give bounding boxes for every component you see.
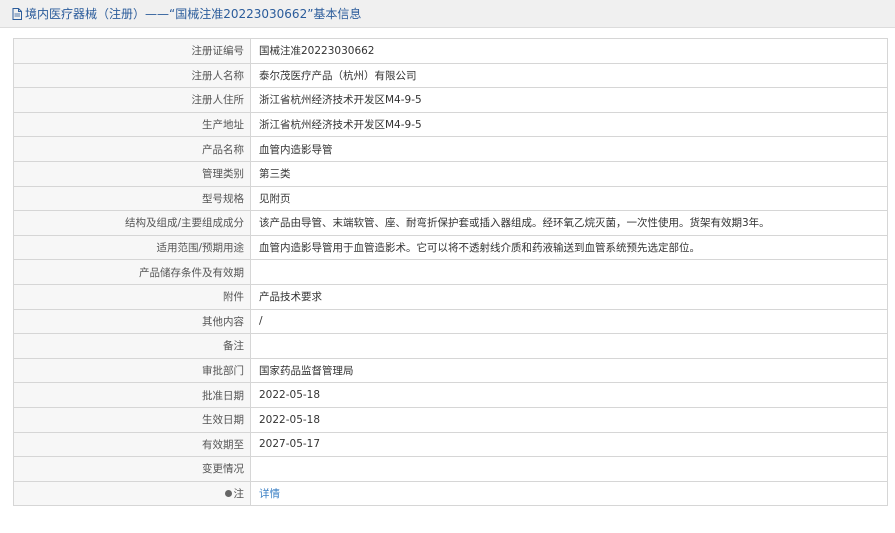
table-row: 附件 产品技术要求 — [13, 283, 888, 310]
field-value — [250, 456, 888, 482]
field-label: 批准日期 — [13, 382, 251, 408]
field-value: 第三类 — [250, 160, 888, 187]
table-row: 审批部门 国家药品监督管理局 — [13, 357, 888, 384]
field-label: 备注 — [13, 333, 251, 359]
info-table: 注册证编号 国械注准20223030662 注册人名称 泰尔茂医疗产品（杭州）有限公司… — [13, 38, 888, 507]
table-row: 备注 — [13, 333, 888, 359]
field-label: 其他内容 — [13, 308, 251, 335]
field-value: 浙江省杭州经济技术开发区M4-9-5 — [250, 87, 888, 113]
field-value: 产品技术要求 — [250, 283, 888, 310]
field-value — [250, 333, 888, 359]
field-label: 注册人住所 — [13, 87, 251, 113]
field-label: 有效期至 — [13, 431, 251, 458]
table-row: 注册证编号 国械注准20223030662 — [13, 38, 888, 64]
field-label: 适用范围/预期用途 — [13, 234, 251, 261]
table-row: 有效期至 2027-05-17 — [13, 431, 888, 458]
field-label: 注册证编号 — [13, 38, 251, 64]
field-value: 2022-05-18 — [250, 382, 888, 408]
field-value: 国家药品监督管理局 — [250, 357, 888, 384]
details-link[interactable]: 详情 — [259, 488, 280, 500]
field-label: 结构及组成/主要组成成分 — [13, 210, 251, 236]
field-value: 2027-05-17 — [250, 431, 888, 458]
table-row: 批准日期 2022-05-18 — [13, 382, 888, 408]
document-icon — [12, 7, 22, 20]
table-row: 结构及组成/主要组成成分 该产品由导管、末端软管、座、耐弯折保护套或插入器组成。经… — [13, 210, 888, 236]
field-label: 管理类别 — [13, 160, 251, 187]
table-row: 其他内容 / — [13, 308, 888, 335]
field-label: 产品储存条件及有效期 — [13, 259, 251, 285]
field-value: 浙江省杭州经济技术开发区M4-9-5 — [250, 111, 888, 138]
table-row: 管理类别 第三类 — [13, 160, 888, 187]
table-row: 型号规格 见附页 — [13, 185, 888, 212]
table-row: 生产地址 浙江省杭州经济技术开发区M4-9-5 — [13, 111, 888, 138]
note-dot-icon — [224, 489, 232, 497]
page-header: 境内医疗器械（注册）——“国械注准20223030662”基本信息 — [0, 0, 895, 28]
table-row: 生效日期 2022-05-18 — [13, 406, 888, 433]
field-value — [250, 259, 888, 285]
field-label: 生效日期 — [13, 406, 251, 433]
table-row: 产品储存条件及有效期 — [13, 259, 888, 285]
field-value: 见附页 — [250, 185, 888, 212]
field-value: 血管内造影导管用于血管造影术。它可以将不透射线介质和药液输送到血管系统预先选定部… — [250, 234, 888, 261]
table-row: 注册人名称 泰尔茂医疗产品（杭州）有限公司 — [13, 62, 888, 89]
field-value: 该产品由导管、末端软管、座、耐弯折保护套或插入器组成。经环氧乙烷灭菌，一次性使用… — [250, 210, 888, 236]
table-row: 产品名称 血管内造影导管 — [13, 136, 888, 162]
field-label: 产品名称 — [13, 136, 251, 162]
note-label-cell: 注 — [13, 480, 251, 507]
field-label: 附件 — [13, 283, 251, 310]
field-value: 泰尔茂医疗产品（杭州）有限公司 — [250, 62, 888, 89]
field-label: 变更情况 — [13, 456, 251, 482]
field-value: 国械注准20223030662 — [250, 38, 888, 64]
field-value: 2022-05-18 — [250, 406, 888, 433]
table-row: 适用范围/预期用途 血管内造影导管用于血管造影术。它可以将不透射线介质和药液输送到… — [13, 234, 888, 261]
note-label: 注 — [233, 487, 245, 500]
field-value: / — [250, 308, 888, 335]
field-label: 审批部门 — [13, 357, 251, 384]
note-value-cell: 详情 — [250, 480, 888, 507]
field-label: 型号规格 — [13, 185, 251, 212]
info-table-container: 注册证编号 国械注准20223030662 注册人名称 泰尔茂医疗产品（杭州）有限公司… — [13, 38, 888, 507]
field-value: 血管内造影导管 — [250, 136, 888, 162]
note-row: 注 详情 — [13, 480, 888, 507]
page-title: 境内医疗器械（注册）——“国械注准20223030662”基本信息 — [25, 7, 362, 21]
table-row: 变更情况 — [13, 456, 888, 482]
field-label: 注册人名称 — [13, 62, 251, 89]
table-row: 注册人住所 浙江省杭州经济技术开发区M4-9-5 — [13, 87, 888, 113]
field-label: 生产地址 — [13, 111, 251, 138]
